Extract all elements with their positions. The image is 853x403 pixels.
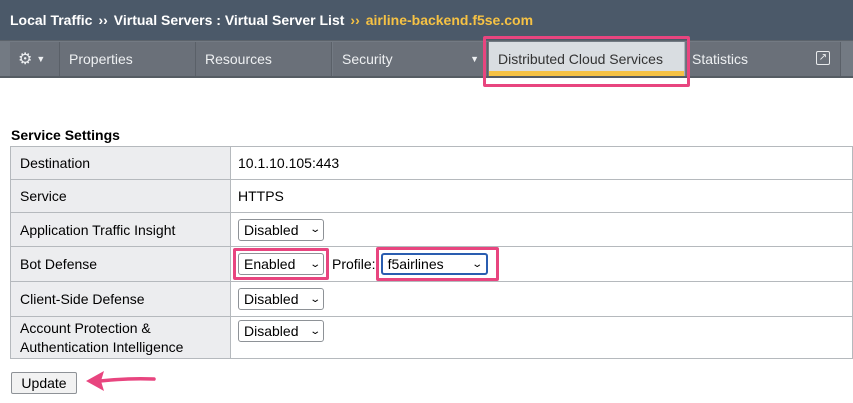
profile-label: Profile: (332, 256, 376, 272)
csd-label: Client-Side Defense (10, 281, 231, 317)
csd-cell: Disabled ⌄ (230, 281, 853, 317)
section-title: Service Settings (11, 127, 120, 143)
tab-resources-label: Resources (205, 51, 272, 67)
tab-properties-label: Properties (69, 51, 133, 67)
chevron-down-icon: ⌄ (308, 258, 321, 270)
apai-select[interactable]: Disabled ⌄ (238, 320, 324, 342)
tab-gear-menu[interactable]: ⚙ ▼ (10, 42, 60, 76)
csd-select[interactable]: Disabled ⌄ (238, 288, 324, 310)
bot-defense-label: Bot Defense (10, 246, 231, 282)
table-row: Application Traffic Insight Disabled ⌄ (10, 212, 853, 247)
chevron-down-icon: ▼ (470, 54, 479, 64)
tab-security[interactable]: Security ▼ (333, 42, 488, 76)
chevron-down-icon: ⌄ (471, 258, 484, 270)
ati-select-value: Disabled (244, 221, 299, 238)
breadcrumb: Local Traffic ›› Virtual Servers : Virtu… (0, 0, 853, 40)
bot-defense-select[interactable]: Enabled ⌄ (238, 253, 324, 275)
csd-select-value: Disabled (244, 291, 299, 307)
chevron-down-icon: ▼ (36, 54, 46, 64)
chevron-down-icon: ⌄ (308, 325, 321, 337)
breadcrumb-current: airline-backend.f5se.com (365, 12, 534, 28)
ati-cell: Disabled ⌄ (230, 212, 853, 247)
update-button[interactable]: Update (11, 372, 77, 394)
chevron-down-icon: ⌄ (308, 293, 321, 305)
bot-defense-cell: Enabled ⌄ Profile: f5airlines ⌄ (230, 246, 853, 282)
profile-select-value: f5airlines (387, 256, 444, 272)
gear-icon: ⚙ (18, 51, 33, 68)
ati-label: Application Traffic Insight (10, 212, 231, 247)
breadcrumb-root[interactable]: Local Traffic (10, 12, 92, 28)
profile-select[interactable]: f5airlines ⌄ (380, 253, 488, 275)
table-row: Service HTTPS (10, 179, 853, 213)
bot-defense-select-value: Enabled (244, 256, 296, 272)
apai-label-line1: Account Protection & (20, 319, 151, 336)
bot-defense-controls: Enabled ⌄ Profile: f5airlines ⌄ (233, 247, 845, 281)
tab-statistics-label: Statistics (692, 51, 749, 67)
breadcrumb-separator: ›› (98, 12, 108, 28)
apai-select-value: Disabled (244, 322, 299, 339)
breadcrumb-separator-2: ›› (350, 12, 360, 28)
external-link-icon[interactable]: ↗ (816, 51, 830, 65)
service-label: Service (10, 179, 231, 213)
table-row: Destination 10.1.10.105:443 (10, 146, 853, 180)
apai-label: Account Protection & Authentication Inte… (10, 316, 231, 359)
table-row: Bot Defense Enabled ⌄ Profile: f5airline… (10, 246, 853, 282)
apai-label-line2: Authentication Intelligence (20, 338, 184, 355)
apai-cell: Disabled ⌄ (230, 316, 853, 359)
tab-statistics[interactable]: Statistics ↗ (686, 42, 841, 76)
breadcrumb-section[interactable]: Virtual Servers : Virtual Server List (114, 12, 345, 28)
tab-security-label: Security (342, 51, 393, 67)
table-row: Client-Side Defense Disabled ⌄ (10, 281, 853, 317)
tab-resources[interactable]: Resources (196, 42, 332, 76)
ati-select[interactable]: Disabled ⌄ (238, 218, 324, 241)
annotation-arrow-icon (86, 371, 156, 391)
tab-properties[interactable]: Properties (60, 42, 196, 76)
chevron-down-icon: ⌄ (308, 224, 321, 235)
tab-bar: ⚙ ▼ Properties Resources Security ▼ Dist… (0, 40, 853, 78)
service-settings-table: Destination 10.1.10.105:443 Service HTTP… (10, 146, 853, 359)
destination-label: Destination (10, 146, 231, 180)
service-value: HTTPS (230, 179, 853, 213)
table-row: Account Protection & Authentication Inte… (10, 316, 853, 359)
highlight-box-bot-select: Enabled ⌄ (233, 248, 329, 280)
highlight-box-profile-select: f5airlines ⌄ (375, 247, 499, 281)
destination-value: 10.1.10.105:443 (230, 146, 853, 180)
highlight-box-dcs-tab (483, 36, 690, 87)
